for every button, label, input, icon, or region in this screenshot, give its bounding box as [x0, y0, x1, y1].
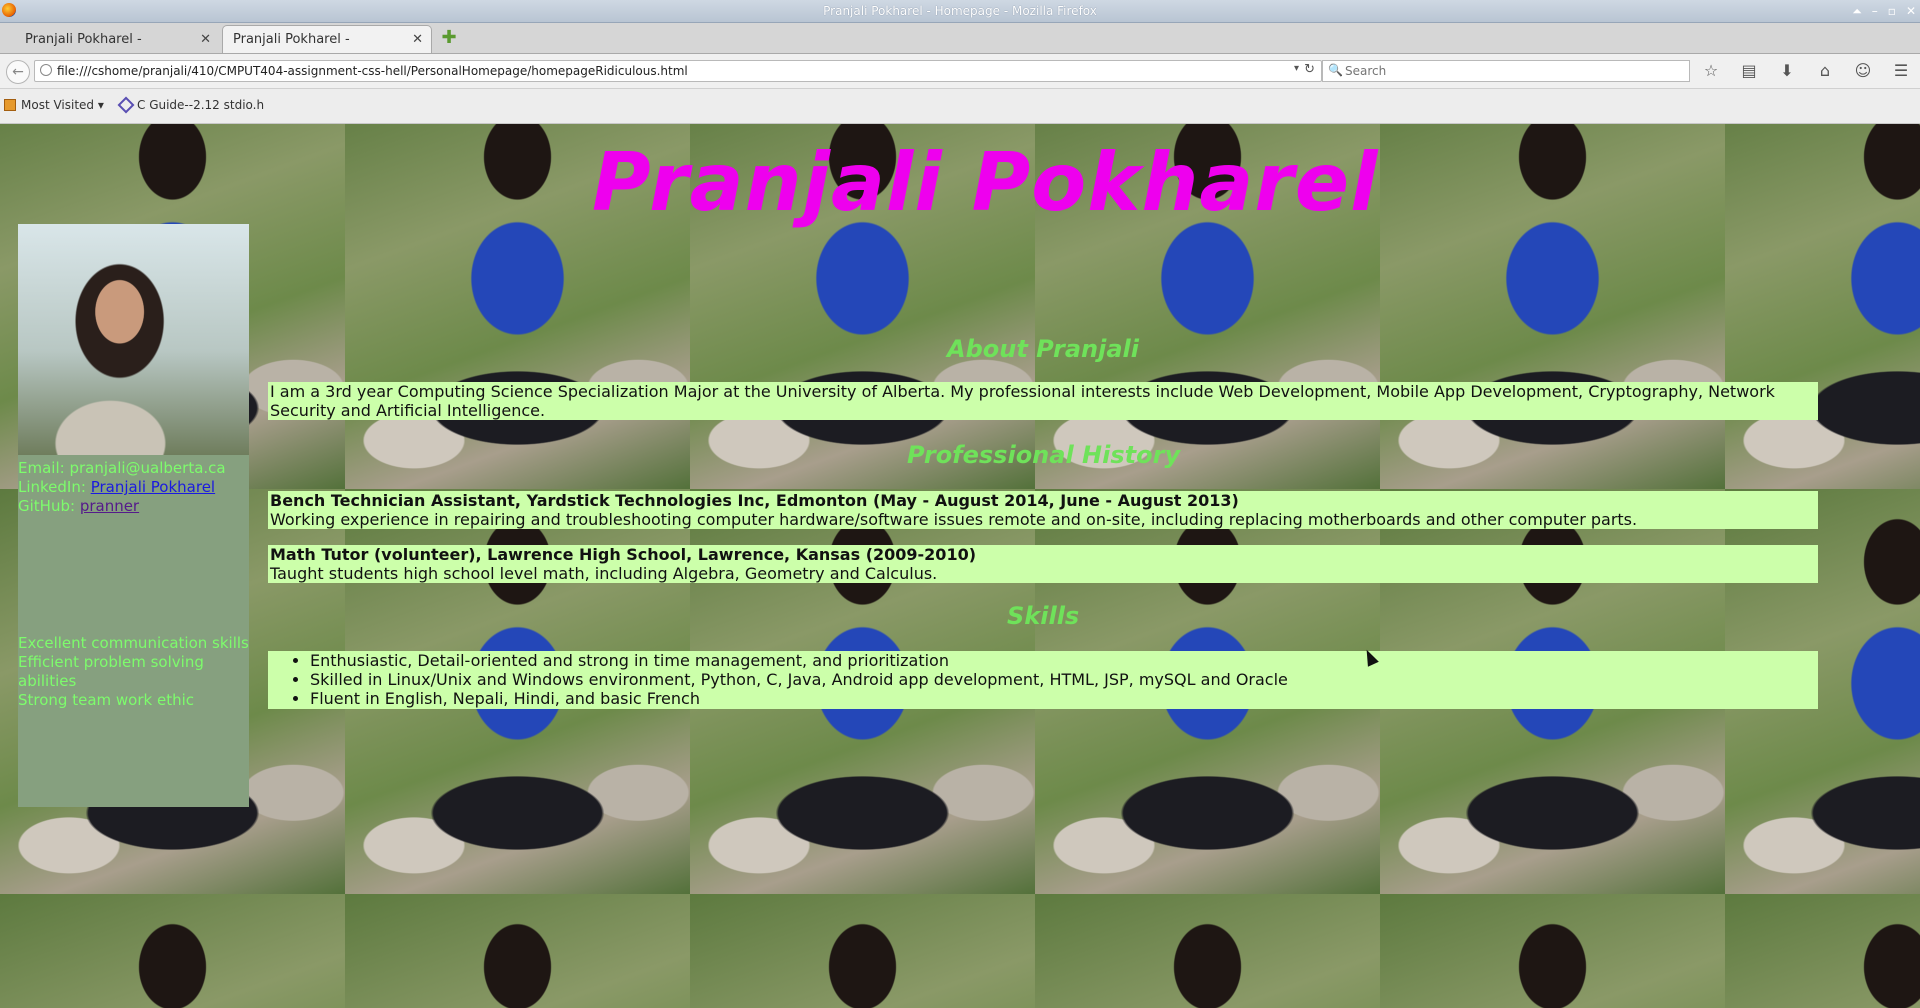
tab-bar: Pranjali Pokharel - Homepage ✕ Pranjali …	[0, 23, 1920, 75]
maximize-icon[interactable]: ▫	[1888, 0, 1896, 22]
linkedin-link[interactable]: Pranjali Pokharel	[91, 478, 215, 496]
profile-photo	[18, 224, 249, 455]
downloads-icon[interactable]: ⬇	[1776, 60, 1798, 82]
skill-item: Fluent in English, Nepali, Hindi, and ba…	[310, 689, 1816, 708]
bookmark-star-icon[interactable]: ☆	[1700, 60, 1722, 82]
job-title: Math Tutor (volunteer), Lawrence High Sc…	[270, 545, 977, 564]
email-text: pranjali@ualberta.ca	[69, 459, 226, 477]
professional-history-heading: Professional History	[907, 441, 1181, 469]
bookmarks-bar: Most Visited ▾ C Guide--2.12 stdio.h	[0, 89, 1920, 124]
firefox-logo-icon	[2, 3, 16, 17]
trait-item: Excellent communication skills	[18, 634, 249, 652]
close-window-icon[interactable]: ✕	[1906, 0, 1916, 22]
trait-item: Efficient problem solving abilities	[18, 653, 204, 690]
job-description: Working experience in repairing and trou…	[270, 510, 1638, 529]
email-prefix: Email:	[18, 459, 70, 477]
trait-item: Strong team work ethic	[18, 691, 194, 709]
github-line: GitHub: pranner	[18, 497, 249, 516]
job-entry: Bench Technician Assistant, Yardstick Te…	[268, 491, 1818, 529]
bookmark-site-icon	[117, 96, 135, 114]
page-info-icon[interactable]	[40, 64, 52, 76]
job-entry: Math Tutor (volunteer), Lawrence High Sc…	[268, 545, 1818, 583]
bookmark-most-visited[interactable]: Most Visited ▾	[4, 98, 104, 112]
page-content: Pranjali Pokharel Email: pranjali@ualber…	[0, 124, 1920, 1008]
search-input[interactable]	[1345, 62, 1675, 80]
about-heading: About Pranjali	[947, 335, 1139, 363]
menu-icon[interactable]: ☰	[1890, 60, 1912, 82]
linkedin-line: LinkedIn: Pranjali Pokharel	[18, 478, 249, 497]
window-titlebar: Pranjali Pokharel - Homepage - Mozilla F…	[0, 0, 1920, 23]
search-bar[interactable]: 🔍	[1322, 60, 1690, 82]
search-icon: 🔍	[1328, 63, 1343, 77]
url-input[interactable]	[57, 62, 1277, 80]
skills-heading: Skills	[1007, 602, 1080, 630]
toolbar-icons: ☆ ▤ ⬇ ⌂ ☺ ☰	[1700, 60, 1912, 82]
url-history-dropdown-icon[interactable]: ▾	[1294, 63, 1299, 74]
bookmark-label: C Guide--2.12 stdio.h	[137, 98, 265, 112]
bookmark-c-guide[interactable]: C Guide--2.12 stdio.h	[117, 96, 265, 114]
minimize-icon[interactable]: –	[1872, 0, 1878, 22]
skills-list: Enthusiastic, Detail-oriented and strong…	[270, 651, 1816, 708]
reading-list-icon[interactable]: ▤	[1738, 60, 1760, 82]
tab-homepage-2[interactable]: Pranjali Pokharel - Homepage ✕	[222, 25, 432, 75]
contact-info: Email: pranjali@ualberta.ca LinkedIn: Pr…	[18, 459, 249, 516]
traits-list: Excellent communication skills Efficient…	[18, 634, 249, 710]
github-link[interactable]: pranner	[80, 497, 139, 515]
linkedin-prefix: LinkedIn:	[18, 478, 91, 496]
bookmark-label: Most Visited ▾	[21, 98, 104, 112]
window-up-icon[interactable]: ⏶	[1852, 0, 1862, 22]
github-prefix: GitHub:	[18, 497, 80, 515]
url-bar[interactable]: ▾ ↻	[34, 60, 1322, 82]
reload-icon[interactable]: ↻	[1304, 62, 1315, 77]
new-tab-icon[interactable]: ✚	[440, 29, 458, 47]
tab-close-icon[interactable]: ✕	[200, 26, 211, 54]
back-button[interactable]: ←	[6, 60, 30, 84]
sidebar: Email: pranjali@ualberta.ca LinkedIn: Pr…	[18, 224, 249, 807]
skill-item: Enthusiastic, Detail-oriented and strong…	[310, 651, 1816, 670]
tab-close-icon[interactable]: ✕	[412, 26, 423, 54]
page-title: Pranjali Pokharel	[592, 136, 1379, 229]
nav-toolbar: ← ▾ ↻ 🔍 ☆ ▤ ⬇ ⌂ ☺ ☰	[0, 54, 1920, 89]
tab-homepage-1[interactable]: Pranjali Pokharel - Homepage ✕	[0, 25, 220, 75]
skill-item: Skilled in Linux/Unix and Windows enviro…	[310, 670, 1816, 689]
window-controls: ⏶ – ▫ ✕	[1852, 0, 1916, 22]
home-icon[interactable]: ⌂	[1814, 60, 1836, 82]
skills-box: Enthusiastic, Detail-oriented and strong…	[268, 651, 1818, 709]
job-description: Taught students high school level math, …	[270, 564, 938, 583]
about-text: I am a 3rd year Computing Science Specia…	[268, 382, 1818, 420]
window-title: Pranjali Pokharel - Homepage - Mozilla F…	[823, 4, 1097, 18]
chat-icon[interactable]: ☺	[1852, 60, 1874, 82]
folder-icon	[4, 99, 16, 111]
job-title: Bench Technician Assistant, Yardstick Te…	[270, 491, 1239, 510]
email-line: Email: pranjali@ualberta.ca	[18, 459, 249, 478]
